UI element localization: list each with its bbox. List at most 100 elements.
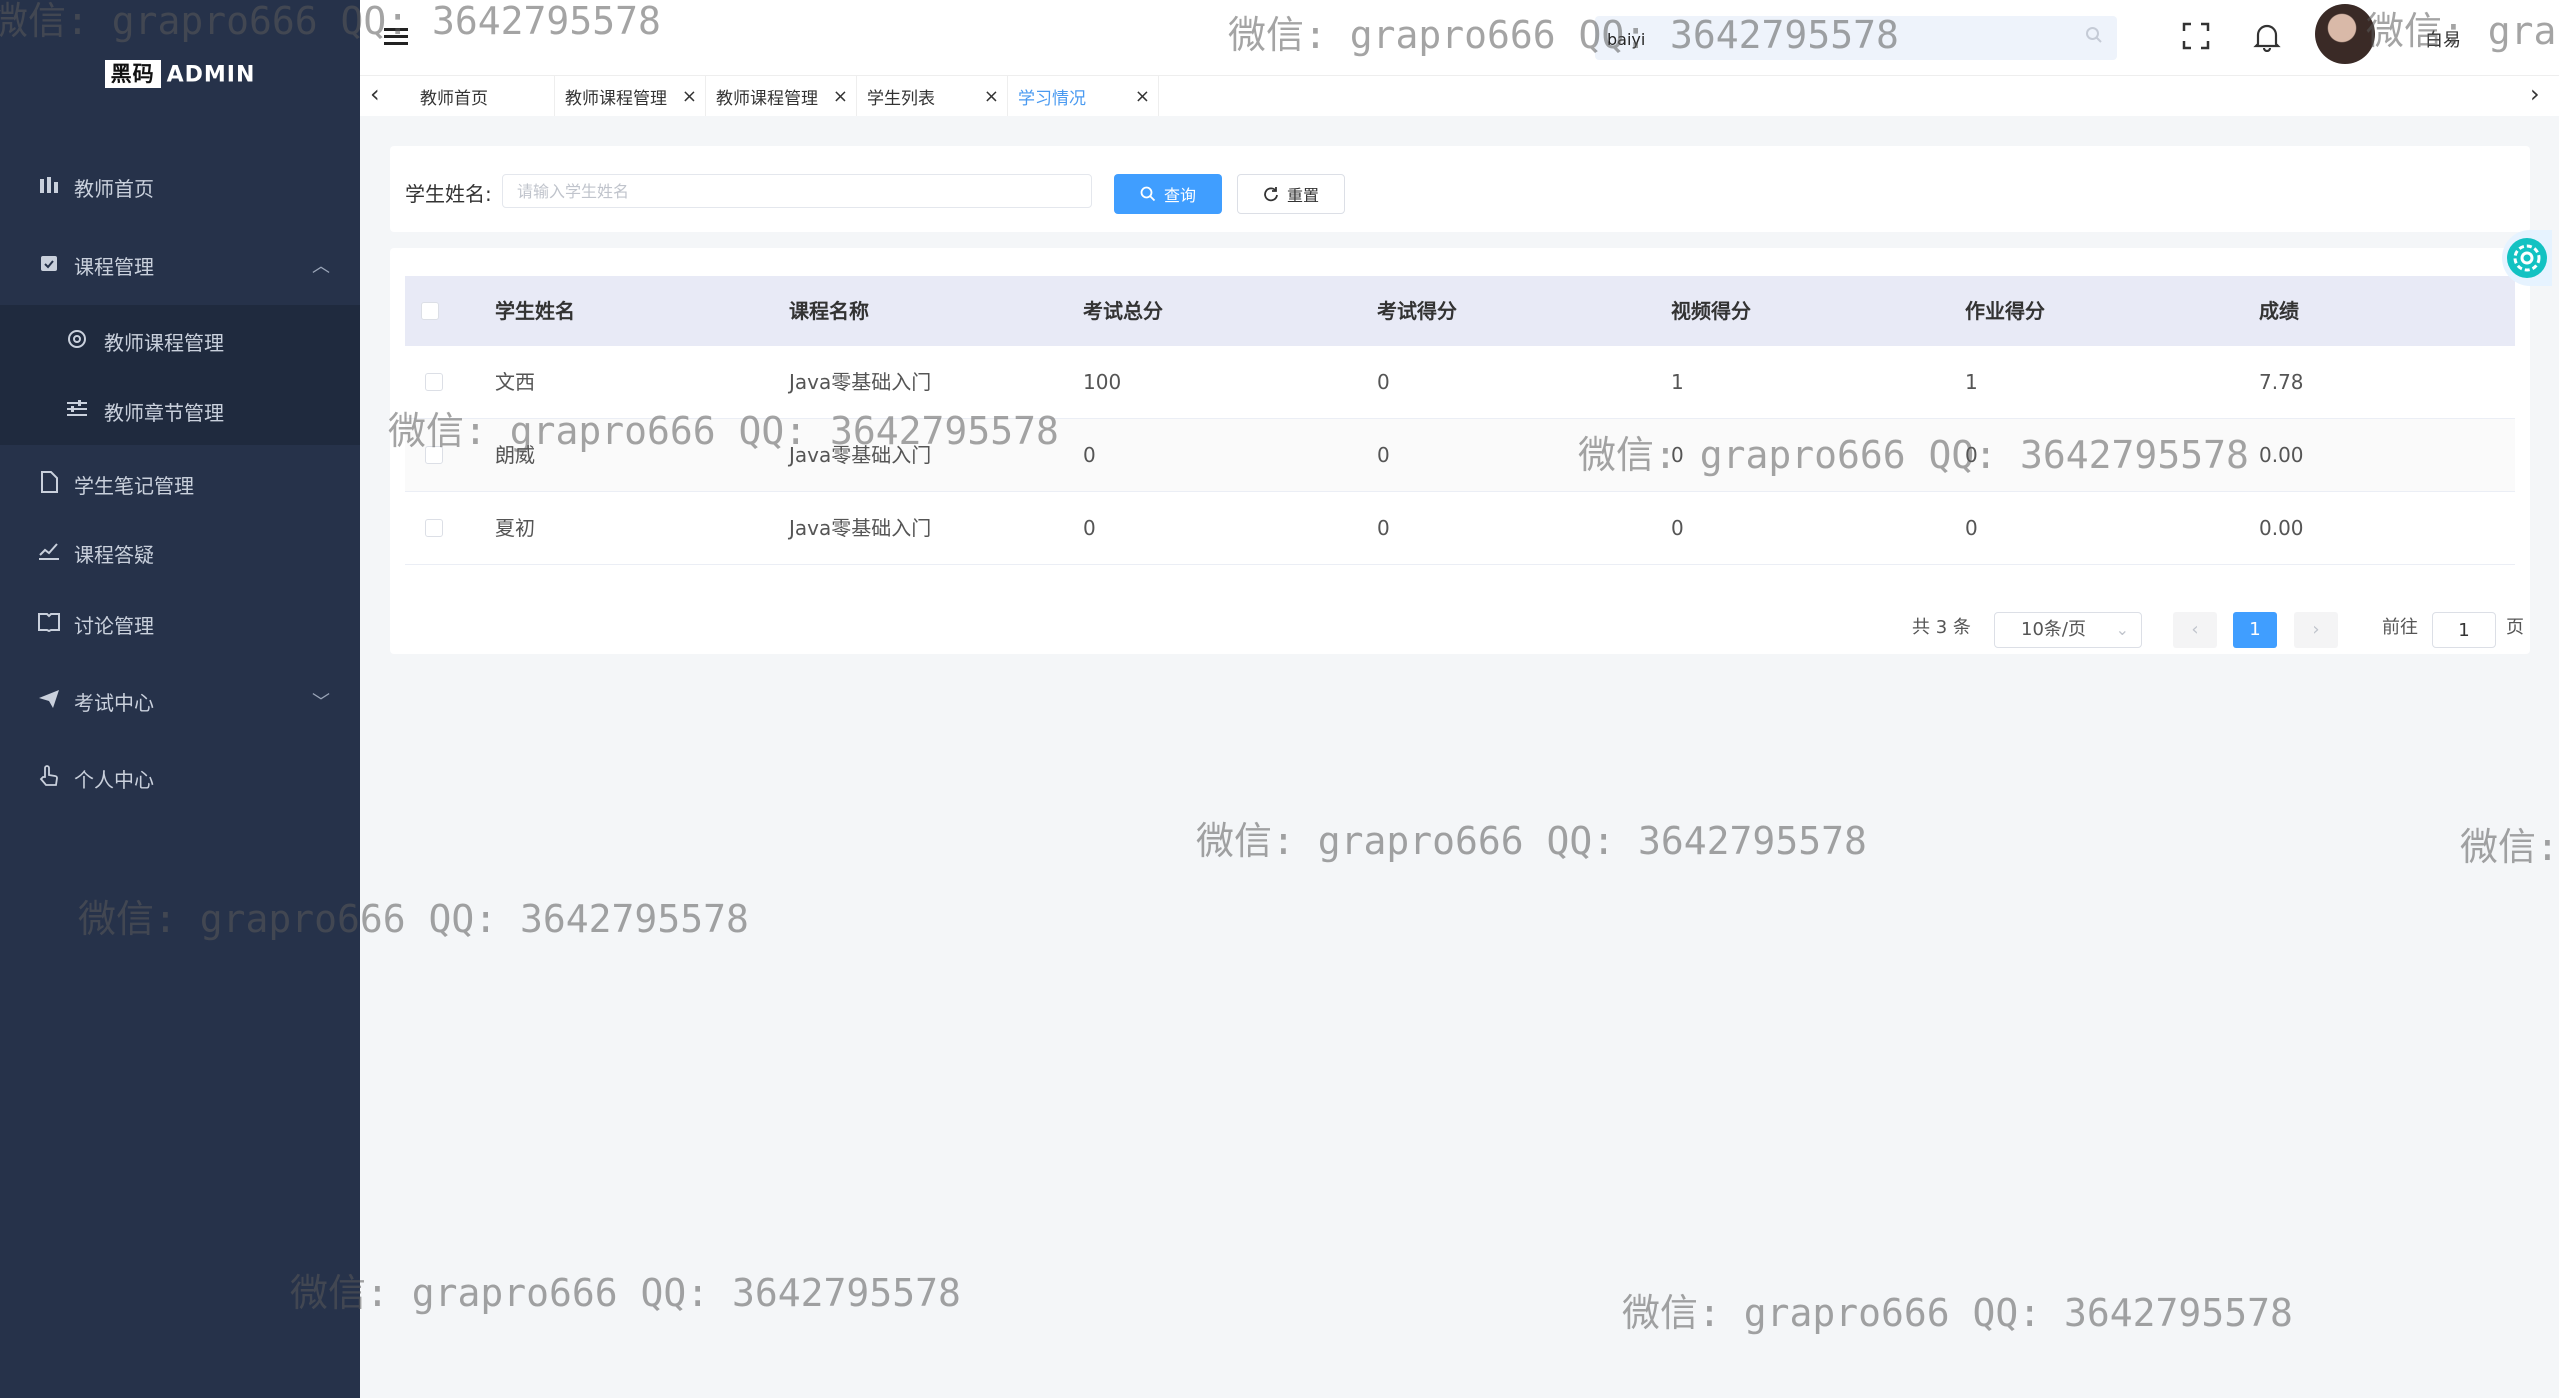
document-icon [36,470,62,498]
sidebar-item-teacher-home[interactable]: 教师首页 [0,152,360,222]
tabs-bar: ‹ 教师首页 教师课程管理 × 教师课程管理 × 学生列表 × 学习情况 × › [360,75,2559,116]
sidebar-item-label: 教师首页 [74,176,154,201]
table-row[interactable]: 夏初 Java零基础入门 0 0 0 0 0.00 [405,492,2515,565]
sidebar-item-exam-center[interactable]: 考试中心 ﹀ [0,666,360,736]
menu-toggle-icon[interactable] [384,22,408,55]
sidebar-item-label: 课程答疑 [74,542,154,567]
settings-gear-icon [2507,238,2547,278]
username[interactable]: 白易 [2425,26,2461,52]
sidebar-item-teacher-chapter-management[interactable]: 教师章节管理 [0,376,360,446]
prev-page-button[interactable]: ‹ [2173,612,2217,648]
chart-line-icon [36,541,62,566]
pagination-total: 共 3 条 [1912,617,1971,638]
close-icon[interactable]: × [1135,86,1150,107]
table-header: 学生姓名 课程名称 考试总分 考试得分 视频得分 作业得分 成绩 [405,276,2515,346]
tab-learning-status[interactable]: 学习情况 × [1008,76,1159,116]
goto-suffix: 页 [2506,617,2524,638]
cell-exam-score: 0 [1377,516,1390,540]
close-icon[interactable]: × [682,86,697,107]
close-icon[interactable]: × [984,86,999,107]
query-button[interactable]: 查询 [1114,174,1222,214]
sidebar-item-label: 教师章节管理 [104,400,224,425]
tab-teacher-course-management-1[interactable]: 教师课程管理 × [555,76,706,116]
fullscreen-icon[interactable] [2182,22,2210,57]
reset-button-label: 重置 [1286,186,1319,205]
column-header[interactable]: 学生姓名 [495,276,575,346]
sidebar-item-course-qa[interactable]: 课程答疑 [0,518,360,588]
filter-card: 学生姓名: 查询 重置 [390,146,2530,232]
close-icon[interactable]: × [833,86,848,107]
tabs-scroll-right-icon[interactable]: › [2530,80,2540,108]
chevron-down-icon: ⌄ [2115,620,2129,639]
sidebar-item-teacher-course-management[interactable]: 教师课程管理 [0,306,360,376]
cell-exam-total: 0 [1083,516,1096,540]
tab-teacher-course-management-2[interactable]: 教师课程管理 × [706,76,857,116]
next-page-button[interactable]: › [2294,612,2338,648]
hand-icon [36,764,62,792]
table-card: 学生姓名 课程名称 考试总分 考试得分 视频得分 作业得分 成绩 文西 Java… [390,248,2530,654]
student-name-input[interactable] [502,174,1092,208]
cell-exam-score: 0 [1377,370,1390,394]
watermark: 微信: grapro666 QQ: 3642795578 [2460,825,2559,869]
column-header[interactable]: 考试得分 [1377,276,1457,346]
goto-page-input[interactable] [2432,612,2496,648]
pagination: 共 3 条 10条/页 ⌄ ‹ 1 › 前往 页 [390,604,2530,654]
query-button-label: 查询 [1163,186,1196,205]
gear-icon [64,328,90,355]
cell-homework-score: 1 [1965,370,1978,394]
sidebar-item-course-management[interactable]: 课程管理 ︿ [0,230,360,300]
settings-button[interactable] [2502,230,2552,286]
goto-label: 前往 [2382,617,2418,638]
logo-text: ADMIN [166,62,256,88]
column-header[interactable]: 作业得分 [1965,276,2045,346]
cell-video-score: 0 [1671,443,1684,467]
reset-button[interactable]: 重置 [1237,174,1345,214]
cell-course-name: Java零基础入门 [789,443,932,467]
bar-chart-icon [36,175,62,200]
calendar-check-icon [36,253,62,278]
row-checkbox[interactable] [425,519,443,537]
sidebar-item-label: 考试中心 [74,690,154,715]
cell-exam-score: 0 [1377,443,1390,467]
sidebar: 黑码 ADMIN 教师首页 课程管理 ︿ 教师课程管理 教师章节管理 学生笔记管理 [0,0,360,1398]
sidebar-item-label: 学生笔记管理 [74,473,194,498]
column-header[interactable]: 考试总分 [1083,276,1163,346]
bell-icon[interactable] [2253,22,2281,53]
sidebar-item-label: 个人中心 [74,767,154,792]
sidebar-item-discussion[interactable]: 讨论管理 [0,589,360,659]
cell-student-name: 朗威 [495,443,535,467]
column-header[interactable]: 课程名称 [789,276,869,346]
tabs-scroll-left-icon[interactable]: ‹ [370,80,380,108]
page-size-select[interactable]: 10条/页 ⌄ [1994,612,2142,648]
cell-exam-total: 100 [1083,370,1122,394]
column-header[interactable]: 成绩 [2259,276,2299,346]
sidebar-item-label: 讨论管理 [74,613,154,638]
select-all-checkbox[interactable] [421,302,439,320]
avatar[interactable] [2315,4,2375,64]
book-open-icon [36,612,62,637]
tab-student-list[interactable]: 学生列表 × [857,76,1008,116]
cell-grade: 7.78 [2259,370,2304,394]
chevron-down-icon: ﹀ [312,692,330,713]
sidebar-item-personal-center[interactable]: 个人中心 [0,743,360,813]
row-checkbox[interactable] [425,373,443,391]
cell-course-name: Java零基础入门 [789,370,932,394]
search-input[interactable] [1605,24,2059,54]
search-icon [1140,186,1156,202]
column-header[interactable]: 视频得分 [1671,276,1751,346]
cell-grade: 0.00 [2259,516,2304,540]
page-number-button[interactable]: 1 [2233,612,2277,648]
table-row[interactable]: 文西 Java零基础入门 100 0 1 1 7.78 [405,346,2515,419]
sidebar-item-student-notes[interactable]: 学生笔记管理 [0,449,360,519]
page-size-value: 10条/页 [2021,619,2086,640]
cell-homework-score: 0 [1965,443,1978,467]
sidebar-item-label: 课程管理 [74,254,154,279]
student-name-label: 学生姓名: [405,182,492,206]
tab-teacher-home[interactable]: 教师首页 [410,76,555,116]
cell-grade: 0.00 [2259,443,2304,467]
table-row[interactable]: 朗威 Java零基础入门 0 0 0 0 0.00 [405,419,2515,492]
row-checkbox[interactable] [425,446,443,464]
logo-box: 黑码 [104,60,161,88]
sliders-icon [64,399,90,424]
search-icon[interactable] [2085,26,2103,44]
